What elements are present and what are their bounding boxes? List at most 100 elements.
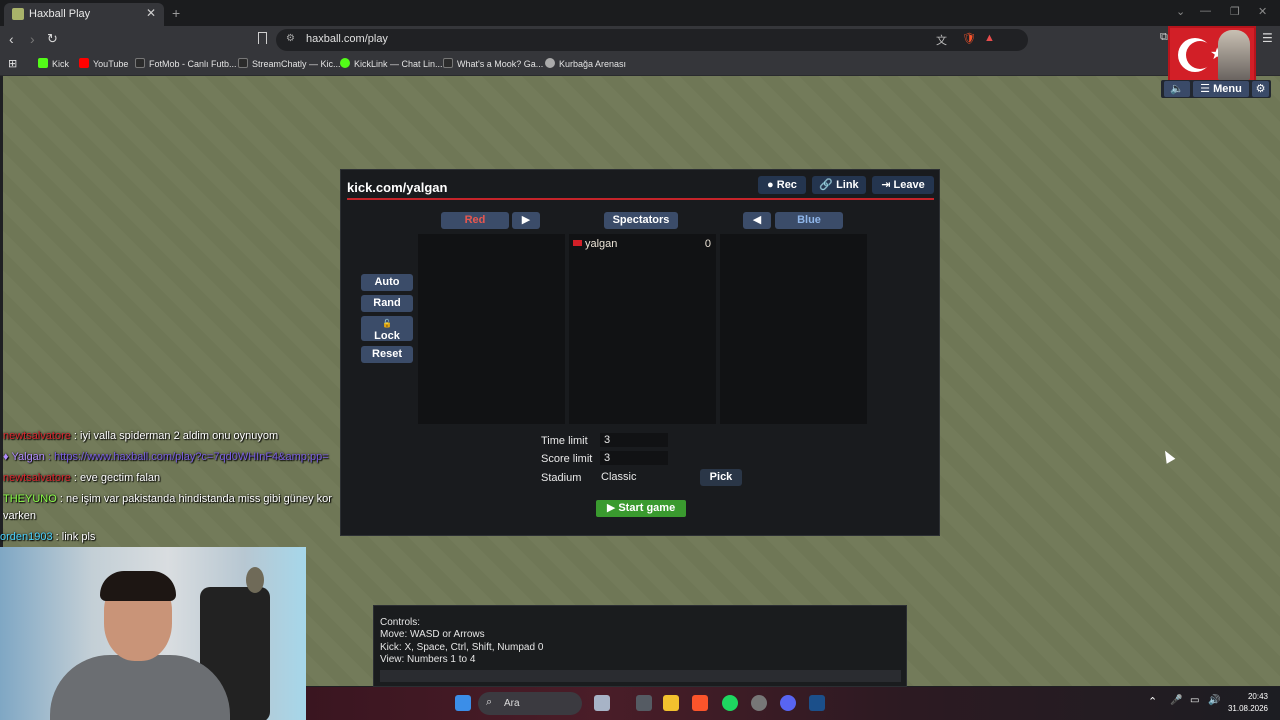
time-limit-select[interactable]: 3 bbox=[600, 433, 668, 447]
back-icon[interactable]: ‹ bbox=[9, 31, 14, 47]
minimize-icon[interactable]: — bbox=[1200, 5, 1211, 17]
browser-menu-icon[interactable]: ☰ bbox=[1262, 31, 1273, 45]
score-limit-select[interactable]: 3 bbox=[600, 451, 668, 465]
rand-button[interactable]: Rand bbox=[361, 295, 413, 312]
red-team-button[interactable]: Red bbox=[441, 212, 509, 229]
new-tab-icon[interactable]: + bbox=[172, 5, 180, 21]
globe-icon bbox=[545, 58, 555, 68]
room-title: kick.com/yalgan bbox=[347, 180, 448, 195]
browser-tab-bar: Haxball Play ✕ + ⌄ — ❐ ✕ bbox=[0, 0, 1280, 26]
bookmark-label: Kurbağa Arenası bbox=[559, 59, 627, 69]
bookmark-label: Kick bbox=[52, 59, 70, 69]
url-text[interactable]: haxball.com/play bbox=[306, 33, 388, 45]
rec-button[interactable]: ● Rec bbox=[758, 176, 806, 194]
taskbar-date[interactable]: 31.08.2026 bbox=[1224, 704, 1268, 713]
move-to-red-button[interactable]: ▶ bbox=[512, 212, 540, 229]
bookmark-kurbaga[interactable]: Kurbağa Arenası bbox=[545, 58, 626, 69]
bookmark-label: KickLink — Chat Lin... bbox=[354, 59, 443, 69]
brave-shield-icon[interactable]: 🛡 bbox=[962, 32, 976, 45]
player-name: yalgan bbox=[585, 238, 618, 250]
menu-button[interactable]: ☰ Menu bbox=[1193, 81, 1249, 97]
extensions-icon[interactable]: ⧉ bbox=[1160, 31, 1168, 44]
volume-icon[interactable]: 🔊 bbox=[1208, 695, 1220, 706]
reset-button[interactable]: Reset bbox=[361, 346, 413, 363]
chat-message: varken bbox=[3, 510, 36, 522]
bookmark-youtube[interactable]: YouTube bbox=[79, 58, 128, 69]
file-explorer-icon[interactable] bbox=[663, 695, 679, 711]
bookmark-label: FotMob - Canlı Futb... bbox=[149, 59, 237, 69]
room-dialog: kick.com/yalgan ● Rec 🔗 Link ⇥ Leave Red… bbox=[340, 169, 940, 536]
player-score: 0 bbox=[704, 238, 711, 250]
search-icon: ⌕ bbox=[486, 696, 493, 708]
chat-username: Yalgan bbox=[11, 451, 45, 463]
gear-icon[interactable]: ⚙ bbox=[1252, 81, 1269, 97]
brave-rewards-icon[interactable]: ▲ bbox=[984, 32, 995, 44]
steam-icon[interactable] bbox=[809, 695, 825, 711]
maximize-icon[interactable]: ❐ bbox=[1230, 5, 1240, 18]
pick-stadium-button[interactable]: Pick bbox=[700, 469, 742, 486]
blue-team-list[interactable] bbox=[720, 234, 867, 424]
leave-button[interactable]: ⇥ Leave bbox=[872, 176, 934, 194]
haxball-favicon-icon bbox=[12, 8, 24, 20]
move-to-blue-button[interactable]: ◀ bbox=[743, 212, 771, 229]
spotify-icon[interactable] bbox=[722, 695, 738, 711]
close-tab-icon[interactable]: ✕ bbox=[146, 6, 156, 20]
bookmark-page-icon[interactable] bbox=[258, 32, 267, 44]
link-icon bbox=[340, 58, 350, 68]
apps-grid-icon[interactable]: ⊞ bbox=[8, 57, 17, 70]
start-game-button[interactable]: ▶ Start game bbox=[596, 500, 686, 517]
windows-taskbar: ⌕ Ara ⌃ 🎤 ▭ 🔊 20:43 31.08.2026 bbox=[306, 687, 1280, 720]
search-highlight-icon[interactable] bbox=[594, 695, 610, 711]
chevron-down-icon[interactable]: ⌄ bbox=[1176, 5, 1185, 18]
youtube-icon bbox=[79, 58, 89, 68]
spectators-button[interactable]: Spectators bbox=[604, 212, 678, 229]
bookmark-mook[interactable]: What's a Mook? Ga... bbox=[443, 58, 543, 69]
chat-text: : https://www.haxball.com/play?c=7qd0WHI… bbox=[44, 451, 329, 463]
browser-tab[interactable]: Haxball Play ✕ bbox=[4, 3, 164, 26]
background-object bbox=[246, 567, 264, 593]
discord-icon[interactable] bbox=[780, 695, 796, 711]
task-view-icon[interactable] bbox=[636, 695, 652, 711]
bookmark-label: StreamChatly — Kic... bbox=[252, 59, 341, 69]
spectators-list[interactable]: yalgan 0 bbox=[569, 234, 716, 424]
close-window-icon[interactable]: ✕ bbox=[1258, 5, 1267, 18]
chat-message: THEYUNO : ne işim var pakistanda hindist… bbox=[3, 493, 332, 505]
forward-icon[interactable]: › bbox=[30, 31, 35, 47]
controls-kick: Kick: X, Space, Ctrl, Shift, Numpad 0 bbox=[380, 642, 544, 653]
windows-start-icon[interactable] bbox=[455, 695, 471, 711]
blue-team-button[interactable]: Blue bbox=[775, 212, 843, 229]
player-row[interactable]: yalgan 0 bbox=[573, 238, 711, 250]
speaker-icon[interactable]: 🔈 bbox=[1164, 81, 1190, 97]
address-bar[interactable]: ⚙ haxball.com/play 文 🛡 ▲ bbox=[276, 29, 1028, 51]
score-limit-label: Score limit bbox=[541, 453, 593, 465]
bookmark-streamchatly[interactable]: StreamChatly — Kic... bbox=[238, 58, 341, 69]
link-button[interactable]: 🔗 Link bbox=[812, 176, 866, 194]
reload-icon[interactable]: ↻ bbox=[47, 31, 58, 47]
auto-button[interactable]: Auto bbox=[361, 274, 413, 291]
chat-message: orden1903 : link pls bbox=[0, 531, 95, 543]
network-icon[interactable]: ▭ bbox=[1190, 695, 1199, 706]
microphone-icon[interactable]: 🎤 bbox=[1170, 695, 1182, 706]
bookmark-fotmob[interactable]: FotMob - Canlı Futb... bbox=[135, 58, 237, 69]
chevron-up-icon[interactable]: ⌃ bbox=[1148, 695, 1157, 708]
site-info-icon[interactable]: ⚙ bbox=[286, 33, 295, 44]
bookmark-kick[interactable]: Kick bbox=[38, 58, 69, 69]
browser-toolbar: ‹ › ↻ ⚙ haxball.com/play 文 🛡 ▲ ⧉ ☰ bbox=[0, 26, 1280, 54]
chat-input[interactable] bbox=[380, 670, 901, 682]
controls-title: Controls: bbox=[380, 617, 421, 628]
brave-browser-icon[interactable] bbox=[692, 695, 708, 711]
taskbar-search[interactable]: ⌕ Ara bbox=[478, 692, 582, 715]
bookmark-kicklink[interactable]: KickLink — Chat Lin... bbox=[340, 58, 443, 69]
chat-text: : eve gectim falan bbox=[70, 472, 161, 484]
obs-icon[interactable] bbox=[751, 695, 767, 711]
unlock-icon: 🔓 bbox=[382, 319, 392, 328]
lock-button[interactable]: 🔓 Lock bbox=[361, 316, 413, 342]
lock-label: Lock bbox=[374, 330, 400, 342]
search-label: Ara bbox=[504, 698, 520, 709]
red-team-list[interactable] bbox=[418, 234, 565, 424]
chat-username: orden1903 bbox=[0, 531, 53, 543]
turkish-flag-overlay: ★ bbox=[1168, 26, 1256, 82]
mook-icon bbox=[443, 58, 453, 68]
taskbar-time[interactable]: 20:43 bbox=[1224, 692, 1268, 701]
translate-icon[interactable]: 文 bbox=[936, 32, 947, 48]
